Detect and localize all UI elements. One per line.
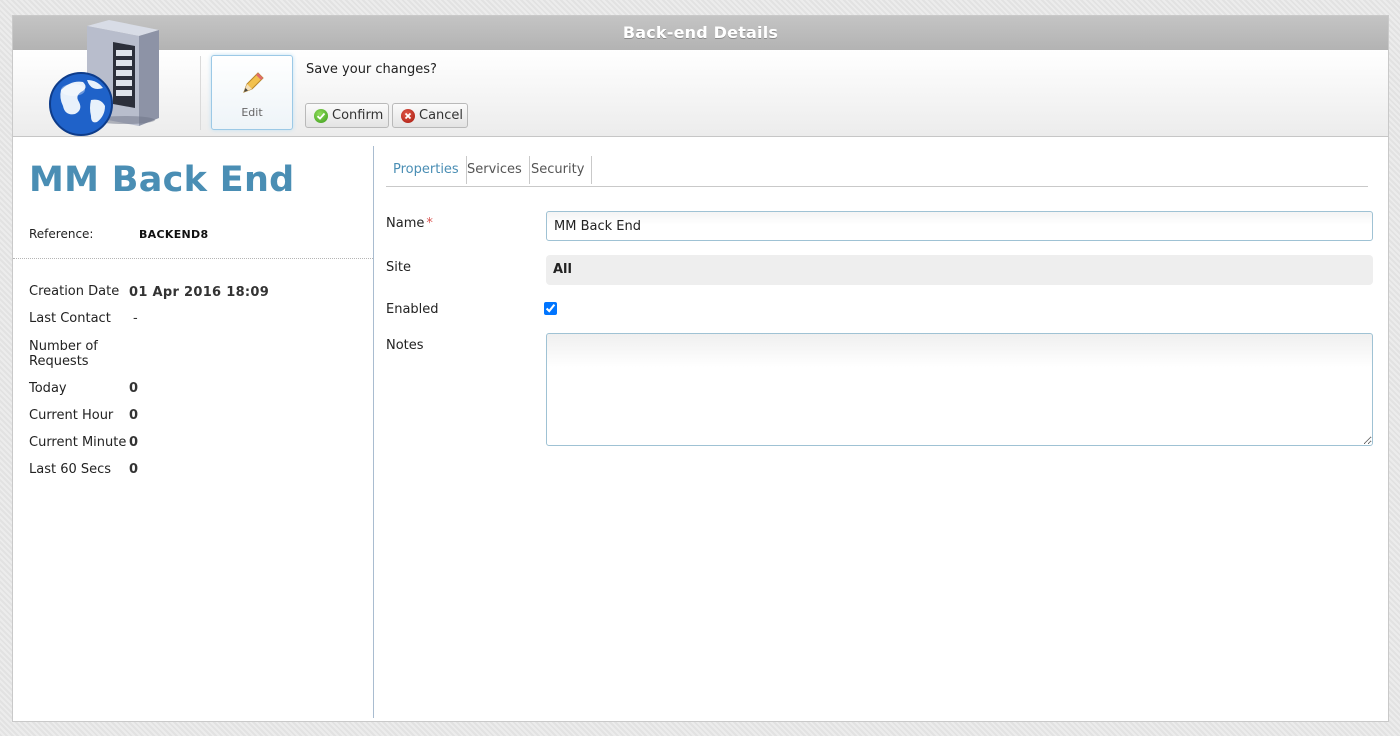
requests-label-line2: Requests xyxy=(29,354,89,369)
name-label: Name * xyxy=(386,216,433,231)
edit-button[interactable]: Edit xyxy=(211,55,293,130)
reference-label: Reference: xyxy=(29,227,94,241)
name-input[interactable] xyxy=(546,211,1373,241)
summary-divider xyxy=(13,258,373,259)
details-window: Back-end Details Edit Save your changes?… xyxy=(12,15,1389,722)
edit-label: Edit xyxy=(241,106,263,119)
tab-services[interactable]: Services xyxy=(460,156,530,184)
tab-underline xyxy=(386,186,1368,187)
check-circle-icon xyxy=(314,109,328,123)
requests-label-line1: Number of xyxy=(29,339,98,354)
cancel-button[interactable]: Cancel xyxy=(392,103,468,128)
last-60-secs-value: 0 xyxy=(129,462,139,477)
site-label: Site xyxy=(386,260,411,275)
required-marker: * xyxy=(426,216,433,231)
name-label-text: Name xyxy=(386,216,425,231)
cancel-label: Cancel xyxy=(419,108,464,123)
current-minute-value: 0 xyxy=(129,435,139,450)
today-label: Today xyxy=(29,381,67,396)
notes-label: Notes xyxy=(386,338,424,353)
tab-properties[interactable]: Properties xyxy=(386,156,467,184)
current-hour-value: 0 xyxy=(129,408,139,423)
creation-date-value: 01 Apr 2016 18:09 xyxy=(129,285,270,300)
reference-value: BACKEND8 xyxy=(139,228,209,241)
confirm-button[interactable]: Confirm xyxy=(305,103,389,128)
summary-panel: MM Back End Reference: BACKEND8 Creation… xyxy=(13,138,373,718)
backend-title: MM Back End xyxy=(29,160,295,200)
pencil-icon xyxy=(243,72,264,93)
server-globe-icon xyxy=(49,20,159,136)
toolbar: Edit Save your changes? Confirm Cancel xyxy=(13,20,1388,137)
toolbar-separator xyxy=(200,56,201,130)
enabled-checkbox[interactable] xyxy=(544,302,557,315)
current-hour-label: Current Hour xyxy=(29,408,114,423)
tab-security[interactable]: Security xyxy=(524,156,593,184)
today-value: 0 xyxy=(129,381,139,396)
creation-date-label: Creation Date xyxy=(29,284,120,299)
last-60-secs-label: Last 60 Secs xyxy=(29,462,112,477)
save-prompt: Save your changes? xyxy=(306,62,437,77)
last-contact-value: - xyxy=(133,311,138,326)
window-title: Back-end Details xyxy=(13,16,1388,50)
confirm-label: Confirm xyxy=(332,108,384,123)
properties-panel: Properties Services Security Name* Site … xyxy=(374,138,1390,718)
notes-textarea[interactable] xyxy=(546,333,1373,446)
enabled-label: Enabled xyxy=(386,302,439,317)
x-circle-icon xyxy=(401,109,415,123)
site-value: All xyxy=(546,255,1373,285)
current-minute-label: Current Minute xyxy=(29,435,127,450)
last-contact-label: Last Contact xyxy=(29,311,111,326)
